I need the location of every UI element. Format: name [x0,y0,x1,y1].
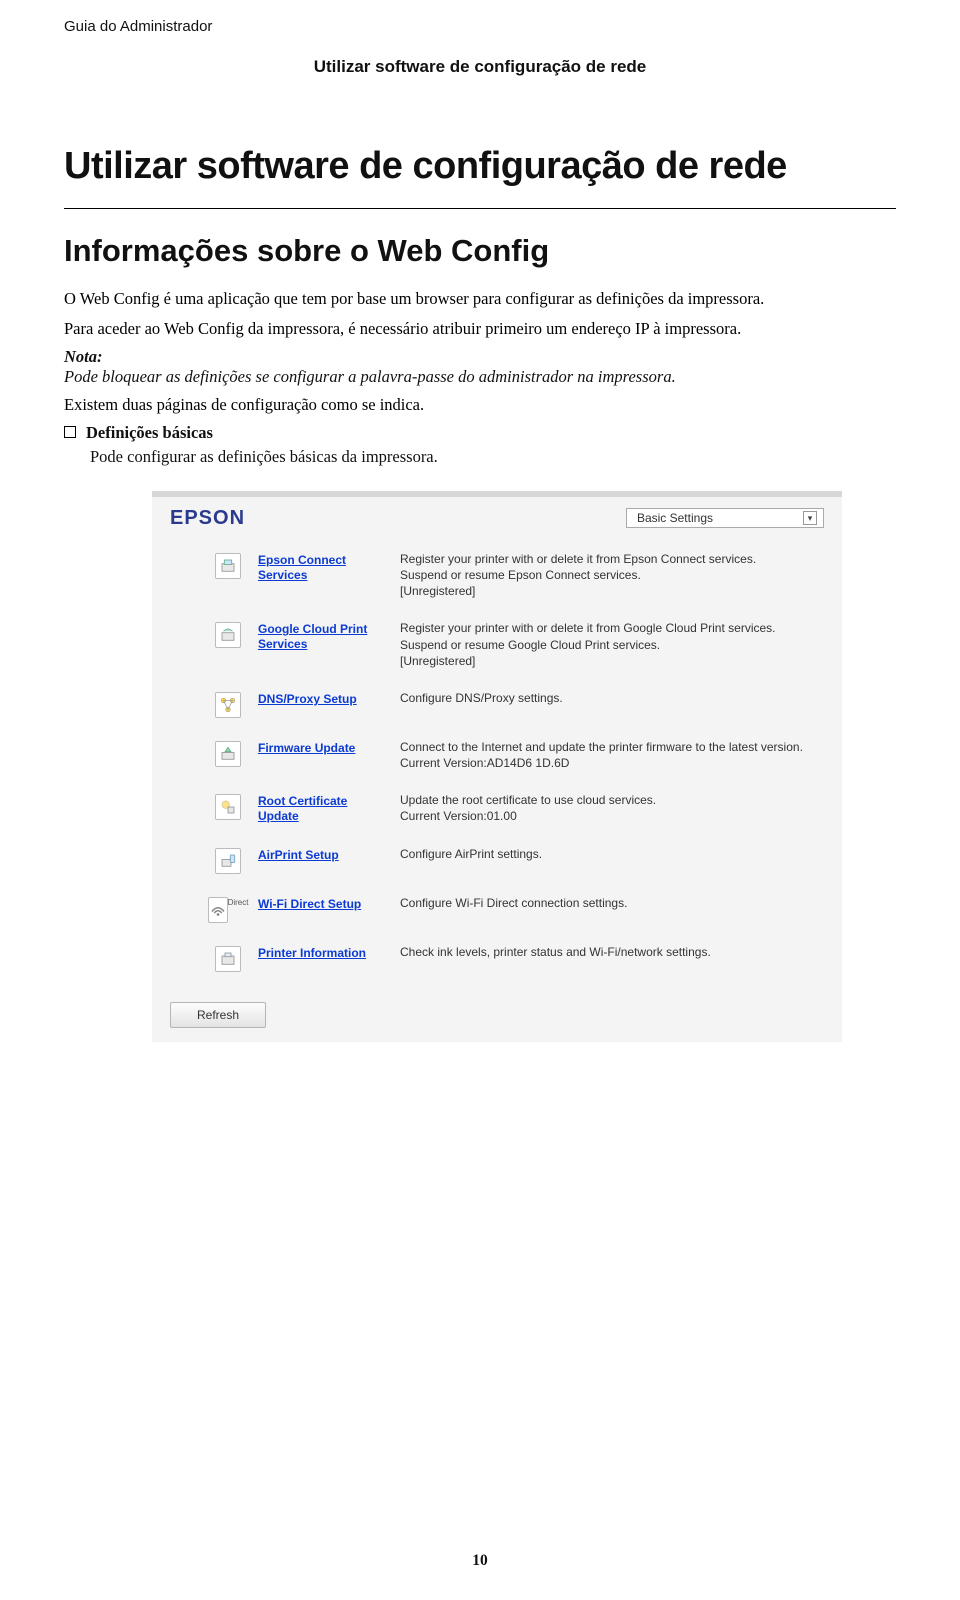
section-subheading: Utilizar software de configuração de red… [64,57,896,77]
note-label: Nota: [64,347,896,367]
bullet-body: Pode configurar as definições básicas da… [90,447,896,467]
update-icon [215,741,241,767]
epson-connect-link[interactable]: Epson Connect Services [258,553,386,583]
row-desc: Configure DNS/Proxy settings. [400,690,824,706]
webconfig-screenshot: EPSON Basic Settings ▾ Epson Connect Ser… [152,491,842,1042]
row-desc: Check ink levels, printer status and Wi-… [400,944,824,960]
wifi-direct-icon [208,897,228,923]
network-icon [215,692,241,718]
list-item: Google Cloud Print Services Register you… [212,611,824,681]
printer-cloud-icon [215,622,241,648]
printer-cloud-icon [215,553,241,579]
firmware-update-link[interactable]: Firmware Update [258,741,355,756]
dns-proxy-link[interactable]: DNS/Proxy Setup [258,692,357,707]
airprint-icon [215,848,241,874]
mode-dropdown[interactable]: Basic Settings ▾ [626,508,824,528]
airprint-link[interactable]: AirPrint Setup [258,848,339,863]
printer-info-link[interactable]: Printer Information [258,946,366,961]
note-body: Pode bloquear as definições se configura… [64,367,896,387]
settings-list: Epson Connect Services Register your pri… [152,538,842,994]
list-item: DNS/Proxy Setup Configure DNS/Proxy sett… [212,681,824,730]
square-bullet-icon [64,426,76,438]
running-header: Guia do Administrador [64,18,896,35]
list-item: Printer Information Check ink levels, pr… [212,935,824,984]
list-item: Firmware Update Connect to the Internet … [212,730,824,783]
brand-logo: EPSON [170,507,245,530]
row-desc: Update the root certificate to use cloud… [400,792,824,824]
mode-dropdown-label: Basic Settings [637,511,713,525]
printer-info-icon [215,946,241,972]
root-cert-link[interactable]: Root Certificate Update [258,794,386,824]
page-title: Utilizar software de configuração de red… [64,145,896,188]
list-item: Epson Connect Services Register your pri… [212,542,824,612]
bullet-title: Definições básicas [86,423,213,443]
row-desc: Connect to the Internet and update the p… [400,739,824,771]
row-desc: Register your printer with or delete it … [400,551,824,600]
bullet-item: Definições básicas [64,423,896,443]
certificate-icon [215,794,241,820]
list-item: Root Certificate Update Update the root … [212,783,824,836]
screenshot-header: EPSON Basic Settings ▾ [152,497,842,538]
divider [64,208,896,209]
wifi-direct-link[interactable]: Wi-Fi Direct Setup [258,897,361,912]
list-item: AirPrint Setup Configure AirPrint settin… [212,837,824,886]
icon-sublabel: Direct [228,898,249,923]
row-desc: Register your printer with or delete it … [400,620,824,669]
section-title: Informações sobre o Web Config [64,233,896,269]
two-pages-paragraph: Existem duas páginas de configuração com… [64,393,896,417]
intro-paragraph: O Web Config é uma aplicação que tem por… [64,287,896,311]
refresh-button[interactable]: Refresh [170,1002,266,1028]
google-cloud-print-link[interactable]: Google Cloud Print Services [258,622,386,652]
page-number: 10 [0,1552,960,1570]
row-desc: Configure Wi-Fi Direct connection settin… [400,895,824,911]
list-item: Direct Wi-Fi Direct Setup Configure Wi-F… [212,886,824,935]
access-paragraph: Para aceder ao Web Config da impressora,… [64,317,896,341]
row-desc: Configure AirPrint settings. [400,846,824,862]
chevron-down-icon: ▾ [803,511,817,525]
